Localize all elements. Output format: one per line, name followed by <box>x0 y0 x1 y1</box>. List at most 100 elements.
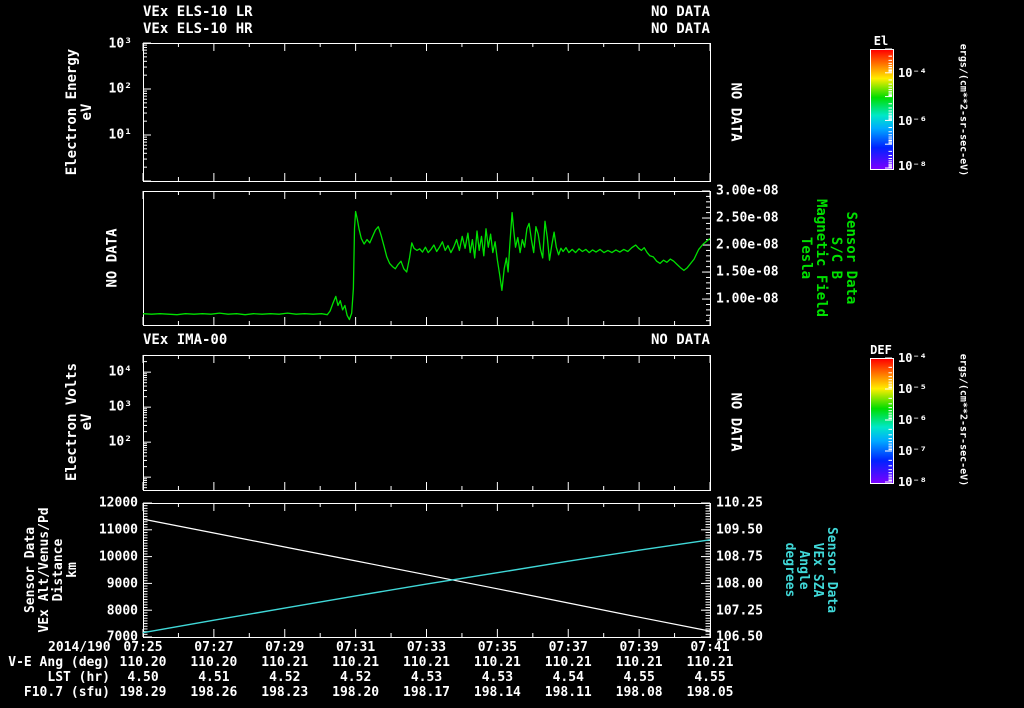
ima-yunit-text: eV <box>79 413 95 431</box>
els-units-text: ergs/(cm**2-sr-sec-eV) <box>957 43 969 177</box>
els-colorbar-tick-1: 10⁻⁴ <box>898 66 927 80</box>
mag-label-magnetic-field: Magnetic Field <box>813 198 829 318</box>
sza-label-angle: Angle <box>796 550 811 590</box>
panel1-status-hr: NO DATA <box>650 21 710 37</box>
ima-units-text: ergs/(cm**2-sr-sec-eV) <box>957 353 969 487</box>
footer-row-label-veang: V-E Ang (deg) <box>8 655 110 670</box>
footer-value-cell: 198.23 <box>261 685 309 700</box>
footer-time-cell: 07:39 <box>619 640 659 655</box>
sza-label-sensor-data: Sensor Data <box>824 526 839 614</box>
footer-value-cell: 198.11 <box>544 685 592 700</box>
sza-ytick-107-25: 107.25 <box>716 603 763 619</box>
ima-ytick-1e3: 10³ <box>108 399 132 415</box>
ima-ytick-1e4: 10⁴ <box>108 364 132 380</box>
footer-value-cell: 110.21 <box>473 655 521 670</box>
dist-ytick-9000: 9000 <box>106 576 138 592</box>
footer-value-cell: 4.54 <box>552 670 584 685</box>
dist-ytick-8000: 8000 <box>106 603 138 619</box>
sza-label-degrees: degrees <box>782 542 797 598</box>
footer-value-cell: 198.14 <box>473 685 521 700</box>
mag-left-status: NO DATA <box>104 228 121 288</box>
footer-time-cell: 07:33 <box>406 640 447 655</box>
dist-ytick-11000: 11000 <box>98 522 138 538</box>
ima-status: NO DATA <box>650 332 710 348</box>
footer-time-cell: 07:27 <box>194 640 234 655</box>
footer-row-label-lst: LST (hr) <box>47 670 110 685</box>
mag-label-scb: S/C B <box>828 236 844 280</box>
footer-time-cell: 07:37 <box>548 640 588 655</box>
mag-side-axis-label: Sensor Data S/C B Magnetic Field Tesla <box>798 198 859 318</box>
els-y-axis-label: Electron Energy eV <box>64 49 95 175</box>
footer-value-cell: 4.50 <box>127 670 159 685</box>
mag-label-tesla: Tesla <box>798 236 814 280</box>
footer-value-cell: 110.21 <box>615 655 663 670</box>
ima-ylabel-text: Electron Volts <box>64 362 80 482</box>
footer-value-cell: 198.26 <box>190 685 238 700</box>
els-ytick-1e1: 10¹ <box>108 127 132 143</box>
ima-colorbar-tick-1: 10⁻⁴ <box>898 351 927 365</box>
els-ytick-1e3: 10³ <box>108 36 132 52</box>
els-yunit-text: eV <box>79 103 95 121</box>
footer-value-cell: 110.20 <box>119 655 167 670</box>
els-side-status: NO DATA <box>727 82 744 142</box>
ima-colorbar-tick-2: 10⁻⁵ <box>898 382 927 396</box>
footer-row-label-f107: F10.7 (sfu) <box>23 685 110 700</box>
dist-ytick-12000: 12000 <box>98 495 138 511</box>
sza-ytick-109-50: 109.50 <box>716 522 763 538</box>
footer-value-cell: 198.29 <box>119 685 167 700</box>
footer-date-label: 2014/190 <box>48 640 111 655</box>
mag-ytick-4: 1.50e-08 <box>716 264 779 280</box>
footer-time-cell: 07:31 <box>336 640 376 655</box>
footer-value-cell: 110.21 <box>261 655 309 670</box>
sza-label-vex-sza: VEx SZA <box>810 542 825 598</box>
mag-ytick-2: 2.50e-08 <box>716 210 779 226</box>
mag-no-data-text: NO DATA <box>104 228 121 288</box>
footer-value-cell: 4.51 <box>198 670 230 685</box>
footer-value-cell: 198.20 <box>332 685 380 700</box>
els-colorbar-title: El <box>873 34 889 48</box>
footer-time-cell: 07:25 <box>123 640 163 655</box>
mag-ytick-1: 3.00e-08 <box>716 183 779 199</box>
panel1-title-lr: VEx ELS-10 LR <box>143 4 253 20</box>
mag-ytick-5: 1.00e-08 <box>716 291 779 307</box>
footer-value-cell: 4.52 <box>269 670 301 685</box>
footer-value-cell: 110.20 <box>190 655 238 670</box>
panel1-title-hr: VEx ELS-10 HR <box>143 21 253 37</box>
els-colorbar-units: ergs/(cm**2-sr-sec-eV) <box>956 44 971 176</box>
sza-ytick-110-25: 110.25 <box>716 495 763 511</box>
footer-time-cell: 07:35 <box>477 640 517 655</box>
footer-value-cell: 4.55 <box>694 670 726 685</box>
els-colorbar-tick-3: 10⁻⁸ <box>898 159 927 173</box>
ima-colorbar-tick-5: 10⁻⁸ <box>898 475 927 489</box>
sza-ytick-108-75: 108.75 <box>716 549 763 565</box>
distance-axis-label: Sensor Data VEx Alt/Venus/Pd Distance km <box>23 507 80 632</box>
mag-ytick-3: 2.00e-08 <box>716 237 779 253</box>
ima-y-axis-label: Electron Volts eV <box>64 362 95 482</box>
plot-page: { "colors": {"white":"#ffffff","green":"… <box>0 0 1024 708</box>
footer-value-cell: 198.08 <box>615 685 663 700</box>
sza-axis-label: Sensor Data VEx SZA Angle degrees <box>782 526 839 614</box>
footer-value-cell: 4.53 <box>481 670 514 685</box>
dist-label-sensor-data: Sensor Data <box>23 526 38 614</box>
ima-colorbar-tick-3: 10⁻⁶ <box>898 413 927 427</box>
footer-value-cell: 110.21 <box>686 655 734 670</box>
ima-title: VEx IMA-00 <box>143 332 228 348</box>
footer-value-cell: 4.53 <box>410 670 443 685</box>
panel1-status-lr: NO DATA <box>650 4 710 20</box>
mag-label-sensor-data: Sensor Data <box>843 211 859 305</box>
footer-value-cell: 110.21 <box>332 655 380 670</box>
dist-label-distance: Distance <box>51 538 66 602</box>
footer-value-cell: 198.17 <box>403 685 450 700</box>
ima-colorbar-units: ergs/(cm**2-sr-sec-eV) <box>956 354 971 486</box>
dist-ytick-10000: 10000 <box>98 549 138 565</box>
footer-value-cell: 198.05 <box>686 685 734 700</box>
els-colorbar-tick-2: 10⁻⁶ <box>898 114 927 128</box>
footer-value-cell: 4.52 <box>339 670 372 685</box>
ima-no-data-text: NO DATA <box>727 392 744 452</box>
ima-ytick-1e2: 10² <box>108 434 132 450</box>
footer-value-cell: 4.55 <box>623 670 655 685</box>
ima-colorbar-tick-4: 10⁻⁷ <box>898 444 927 458</box>
els-no-data-text: NO DATA <box>727 82 744 142</box>
footer-value-cell: 110.21 <box>544 655 592 670</box>
sza-ytick-108-00: 108.00 <box>716 576 763 592</box>
